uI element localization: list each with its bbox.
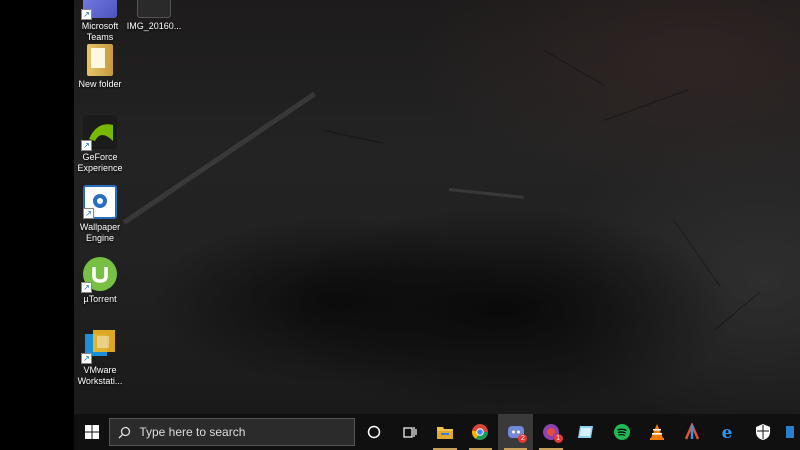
utorrent-icon: ↗ — [81, 257, 117, 293]
file-explorer-taskbar-button[interactable] — [427, 414, 462, 450]
shortcut-arrow-icon: ↗ — [83, 208, 94, 219]
vlc-taskbar-button[interactable] — [639, 414, 674, 450]
desktop-icon-label: IMG_20160... — [126, 21, 182, 31]
black-side-bar — [0, 0, 74, 450]
chrome-taskbar-button[interactable] — [463, 414, 498, 450]
notification-badge: 1 — [553, 434, 563, 443]
cortana-icon — [368, 425, 381, 439]
search-icon — [118, 426, 131, 438]
desktop-icon-label: New folder — [78, 79, 122, 89]
windows-logo-icon — [84, 425, 99, 439]
desktop-icon-wallpaper-engine[interactable]: ↗ Wallpaper Engine — [74, 185, 128, 244]
taskbar-search-box[interactable]: Type here to search — [109, 418, 355, 446]
security-icon — [755, 424, 770, 440]
audio-app-icon — [685, 423, 700, 440]
shortcut-arrow-icon: ↗ — [81, 9, 92, 20]
wallpaper-crack — [543, 50, 605, 86]
spotify-taskbar-button[interactable] — [604, 414, 639, 450]
cortana-button[interactable] — [357, 414, 392, 450]
image-file-icon — [137, 0, 171, 18]
overflow-taskbar-button[interactable] — [780, 414, 800, 450]
folder-icon — [87, 44, 113, 76]
notification-badge: 2 — [518, 434, 528, 443]
app-taskbar-button[interactable]: 1 — [533, 414, 568, 450]
wallpaper-crack — [603, 89, 689, 121]
discord-taskbar-button[interactable]: 2 — [497, 414, 534, 450]
search-placeholder: Type here to search — [139, 425, 246, 439]
desktop-icon-microsoft-teams[interactable]: ↗ Microsoft Teams — [74, 0, 128, 43]
shortcut-arrow-icon: ↗ — [81, 353, 92, 364]
desktop-icon-label: µTorrent — [83, 294, 117, 304]
file-explorer-icon — [436, 427, 453, 439]
vlc-icon — [649, 424, 664, 440]
teams-icon: ↗ — [81, 0, 117, 20]
desktop-icon-label: GeForce Experience — [77, 152, 123, 173]
security-taskbar-button[interactable] — [745, 414, 780, 450]
wallpaper-crack — [713, 291, 761, 331]
wallpaper-road-line — [122, 91, 317, 225]
desktop-icon-utorrent[interactable]: ↗ µTorrent — [74, 257, 128, 305]
notes-icon — [578, 426, 594, 438]
geforce-icon: ↗ — [81, 115, 117, 151]
edge-icon: e — [722, 423, 733, 441]
shortcut-arrow-icon: ↗ — [81, 140, 92, 151]
desktop-icon-label: Microsoft Teams — [81, 21, 119, 42]
svg-text:e: e — [722, 423, 733, 441]
notes-taskbar-button[interactable] — [569, 414, 604, 450]
desktop-icon-label: Wallpaper Engine — [79, 222, 121, 243]
wallpaper-crack — [673, 220, 721, 287]
edge-taskbar-button[interactable]: e — [710, 414, 745, 450]
taskbar: Type here to search 2 1 e — [74, 414, 800, 450]
desktop-icon-vmware-workstation[interactable]: ↗ VMware Workstati... — [74, 328, 128, 387]
wallpaper-crack — [323, 130, 383, 144]
desktop-icon-image-file[interactable]: IMG_20160... — [126, 0, 182, 32]
wallpaper-engine-icon: ↗ — [83, 185, 117, 219]
task-view-button[interactable] — [392, 414, 427, 450]
start-button[interactable] — [74, 414, 109, 450]
overflow-icon — [786, 426, 795, 438]
desktop-icon-geforce-experience[interactable]: ↗ GeForce Experience — [74, 115, 128, 174]
desktop-icon-new-folder[interactable]: New folder — [74, 44, 128, 90]
audio-app-taskbar-button[interactable] — [675, 414, 710, 450]
spotify-icon — [613, 424, 630, 440]
vmware-icon: ↗ — [81, 328, 117, 364]
wallpaper-road-line — [448, 188, 524, 199]
shortcut-arrow-icon: ↗ — [81, 282, 92, 293]
desktop[interactable]: ↗ Microsoft Teams IMG_20160... New folde… — [74, 0, 800, 414]
chrome-icon — [472, 424, 489, 440]
desktop-icon-label: VMware Workstati... — [77, 365, 123, 386]
task-view-icon — [403, 427, 417, 438]
